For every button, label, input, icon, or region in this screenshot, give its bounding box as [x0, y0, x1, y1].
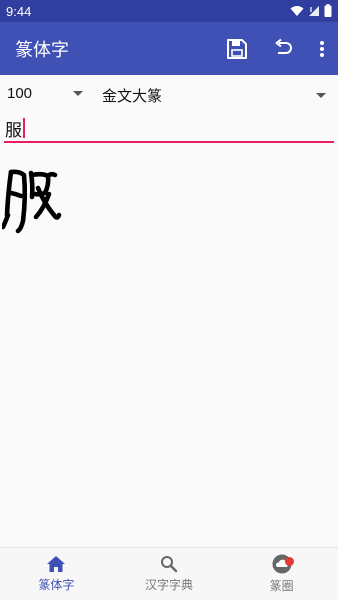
app-actions	[214, 26, 338, 72]
nav-item-community[interactable]: 篆圈	[225, 548, 338, 600]
status-bar: 9:44	[0, 0, 338, 22]
chevron-down-icon	[316, 93, 326, 98]
content-area: 100 金文大篆 服	[0, 75, 338, 500]
app-bar: 篆体字	[0, 22, 338, 75]
nav-item-seal-script[interactable]: 篆体字	[0, 548, 113, 600]
character-input-text: 服	[5, 120, 22, 141]
font-style-value: 金文大篆	[102, 87, 163, 105]
seal-script-glyph	[2, 169, 62, 234]
bottom-navigation: 篆体字 汉字字典 篆圈	[0, 547, 338, 600]
save-button[interactable]	[214, 26, 260, 72]
battery-icon	[324, 2, 332, 21]
size-dropdown[interactable]: 100	[7, 85, 83, 102]
app-title: 篆体字	[15, 39, 69, 61]
chevron-down-icon	[73, 91, 83, 96]
undo-button[interactable]	[260, 26, 306, 72]
more-options-button[interactable]	[306, 26, 338, 72]
nav-item-dictionary[interactable]: 汉字字典	[113, 548, 226, 600]
status-icons	[290, 2, 332, 21]
search-icon	[161, 556, 178, 573]
selector-row: 100 金文大篆	[0, 75, 338, 117]
signal-icon	[308, 2, 320, 21]
content-footer-space	[0, 500, 338, 547]
nav-label-community: 篆圈	[269, 579, 294, 593]
notification-badge	[285, 557, 295, 566]
text-cursor	[23, 118, 25, 138]
wifi-icon	[290, 2, 304, 21]
more-vert-icon	[320, 40, 324, 57]
undo-icon	[275, 38, 292, 54]
size-value: 100	[7, 85, 33, 102]
font-style-dropdown[interactable]: 金文大篆	[102, 85, 326, 106]
home-icon	[47, 556, 66, 572]
status-time: 9:44	[6, 3, 32, 19]
nav-label-seal-script: 篆体字	[38, 578, 75, 592]
character-input[interactable]: 服	[4, 115, 334, 143]
nav-label-dictionary: 汉字字典	[145, 578, 194, 592]
save-icon	[227, 38, 247, 59]
